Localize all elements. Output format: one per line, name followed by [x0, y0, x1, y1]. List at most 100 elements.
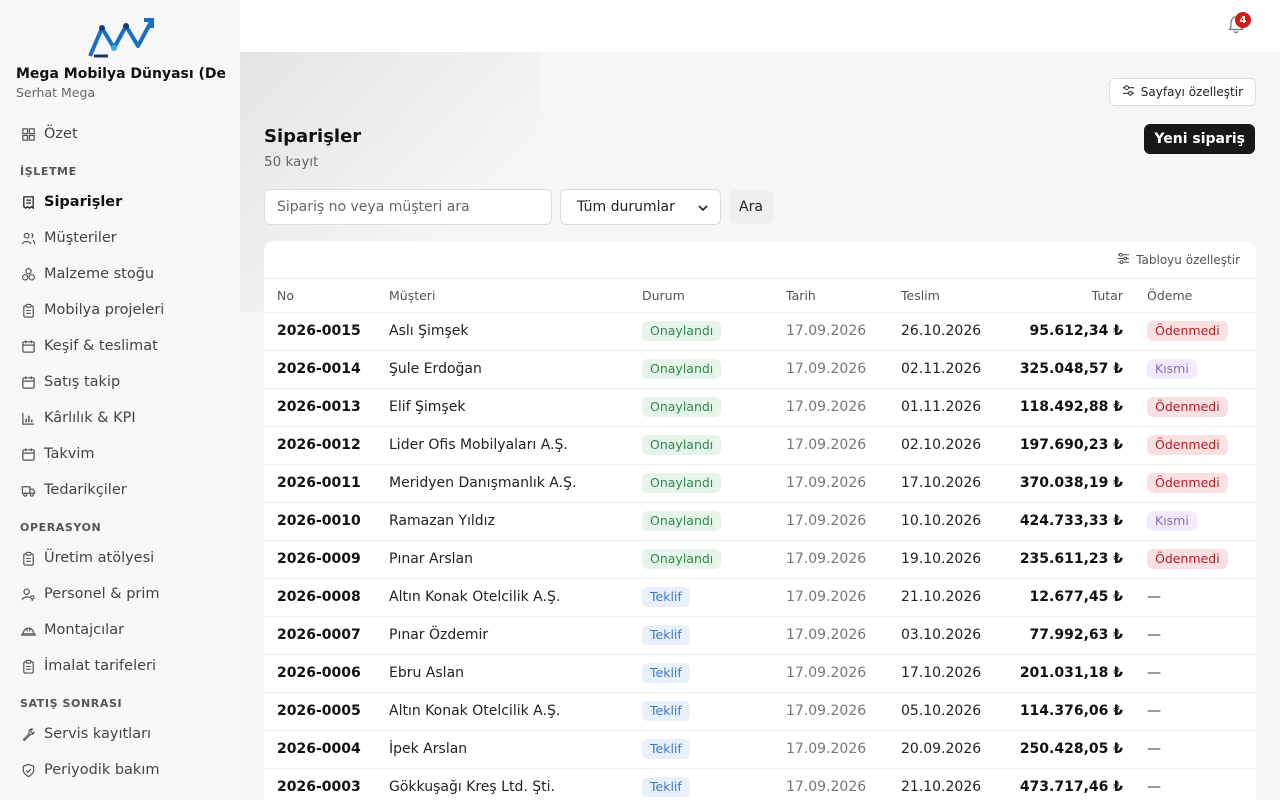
order-no[interactable]: 2026-0004: [264, 730, 389, 769]
table-header-row: No Müşteri Durum Tarih Teslim Tutar Ödem…: [264, 279, 1256, 313]
col-header-payment[interactable]: Ödeme: [1123, 279, 1256, 313]
delivery-date: 01.11.2026: [901, 388, 1016, 427]
table-row[interactable]: 2026-0008 Altın Konak Otelcilik A.Ş. Tekli…: [264, 578, 1256, 617]
col-header-no[interactable]: No: [264, 279, 389, 313]
status-cell: Onaylandı: [642, 388, 786, 427]
status-cell: Teklif: [642, 654, 786, 693]
search-button[interactable]: Ara: [729, 190, 773, 224]
table-row[interactable]: 2026-0011 Meridyen Danışmanlık A.Ş. Onayla…: [264, 464, 1256, 503]
search-input[interactable]: [264, 189, 552, 225]
user-name: Serhat Mega: [16, 85, 96, 100]
status-cell: Onaylandı: [642, 464, 786, 503]
col-header-date[interactable]: Tarih: [786, 279, 901, 313]
sidebar-item-personel-and-prim[interactable]: Personel & prim: [16, 576, 230, 612]
status-cell: Onaylandı: [642, 426, 786, 465]
status-badge: Teklif: [642, 587, 690, 607]
sidebar-item-label: Siparişler: [44, 194, 123, 210]
table-row[interactable]: 2026-0006 Ebru Aslan Teklif 17.09.2026 17.10…: [264, 654, 1256, 693]
sidebar-item-tedarikciler[interactable]: Tedarikçiler: [16, 472, 230, 508]
customize-page-button[interactable]: Sayfayı özelleştir: [1108, 78, 1256, 106]
order-no[interactable]: 2026-0014: [264, 350, 389, 389]
order-date: 17.09.2026: [786, 654, 901, 693]
table-row[interactable]: 2026-0003 Gökkuşağı Kreş Ltd. Şti. Teklif 1…: [264, 768, 1256, 800]
sidebar-item-musteriler[interactable]: Müşteriler: [16, 220, 230, 256]
customer-name: Aslı Şimşek: [389, 312, 642, 351]
col-header-customer[interactable]: Müşteri: [389, 279, 642, 313]
sidebar-item-takvim[interactable]: Takvim: [16, 436, 230, 472]
order-amount: 473.717,46 ₺: [1016, 768, 1123, 800]
order-no[interactable]: 2026-0005: [264, 692, 389, 731]
order-no[interactable]: 2026-0011: [264, 464, 389, 503]
table-row[interactable]: 2026-0014 Şule Erdoğan Onaylandı 17.09.2026…: [264, 350, 1256, 389]
sidebar-item-servis-kayitlari[interactable]: Servis kayıtları: [16, 716, 230, 752]
order-no[interactable]: 2026-0007: [264, 616, 389, 655]
new-order-button[interactable]: Yeni sipariş: [1144, 124, 1255, 154]
order-no[interactable]: 2026-0009: [264, 540, 389, 579]
sidebar-item-uretim-atolyesi[interactable]: Üretim atölyesi: [16, 540, 230, 576]
sidebar-item-label: Personel & prim: [44, 586, 160, 602]
status-filter-select[interactable]: Tüm durumlar: [560, 189, 721, 225]
status-badge: Teklif: [642, 663, 690, 683]
sidebar-item-periyodik-bakim[interactable]: Periyodik bakım: [16, 752, 230, 788]
status-filter-value: Tüm durumlar: [577, 199, 675, 215]
hard-hat-icon: [20, 622, 36, 638]
notification-badge: 4: [1235, 12, 1251, 28]
sidebar-item-label: Müşteriler: [44, 230, 117, 246]
sidebar-item-montajcilar[interactable]: Montajcılar: [16, 612, 230, 648]
table-settings-icon: [1117, 252, 1130, 268]
col-header-status[interactable]: Durum: [642, 279, 786, 313]
order-no[interactable]: 2026-0015: [264, 312, 389, 351]
status-cell: Teklif: [642, 578, 786, 617]
table-row[interactable]: 2026-0007 Pınar Özdemir Teklif 17.09.2026 03…: [264, 616, 1256, 655]
order-no[interactable]: 2026-0013: [264, 388, 389, 427]
customize-table-button[interactable]: Tabloyu özelleştir: [1136, 253, 1240, 267]
calendar-icon: [20, 338, 36, 354]
order-no[interactable]: 2026-0010: [264, 502, 389, 541]
customer-name: Lider Ofis Mobilyaları A.Ş.: [389, 426, 642, 465]
payment-badge: —: [1147, 741, 1161, 757]
calendar-icon: [20, 446, 36, 462]
table-row[interactable]: 2026-0005 Altın Konak Otelcilik A.Ş. Tekli…: [264, 692, 1256, 731]
sidebar-item-label: Üretim atölyesi: [44, 550, 155, 566]
table-row[interactable]: 2026-0004 İpek Arslan Teklif 17.09.2026 20.0…: [264, 730, 1256, 769]
table-tools: Tabloyu özelleştir: [264, 241, 1256, 279]
order-no[interactable]: 2026-0003: [264, 768, 389, 800]
sidebar-item-malzeme-stogu[interactable]: Malzeme stoğu: [16, 256, 230, 292]
sidebar-item-satis-takip[interactable]: Satış takip: [16, 364, 230, 400]
sidebar-item-siparisler[interactable]: Siparişler: [16, 184, 230, 220]
page-title: Siparişler: [264, 126, 362, 147]
sidebar-item-k-rlilik-and-kpi[interactable]: Kârlılık & KPI: [16, 400, 230, 436]
order-no[interactable]: 2026-0006: [264, 654, 389, 693]
table-row[interactable]: 2026-0015 Aslı Şimşek Onaylandı 17.09.2026 2…: [264, 312, 1256, 351]
delivery-date: 05.10.2026: [901, 692, 1016, 731]
status-badge: Onaylandı: [642, 511, 722, 531]
col-header-amount[interactable]: Tutar: [1016, 279, 1123, 313]
table-row[interactable]: 2026-0010 Ramazan Yıldız Onaylandı 17.09.20…: [264, 502, 1256, 541]
table-row[interactable]: 2026-0009 Pınar Arslan Onaylandı 17.09.2026…: [264, 540, 1256, 579]
delivery-date: 02.11.2026: [901, 350, 1016, 389]
order-amount: 424.733,33 ₺: [1016, 502, 1123, 541]
order-no[interactable]: 2026-0008: [264, 578, 389, 617]
sidebar-item-i-malat-tarifeleri[interactable]: İmalat tarifeleri: [16, 648, 230, 684]
orders-table-body: 2026-0015 Aslı Şimşek Onaylandı 17.09.2026 2…: [264, 312, 1256, 800]
customer-name: Ramazan Yıldız: [389, 502, 642, 541]
order-no[interactable]: 2026-0012: [264, 426, 389, 465]
delivery-date: 26.10.2026: [901, 312, 1016, 351]
payment-badge: —: [1147, 589, 1161, 605]
sidebar-item-kesif-and-teslimat[interactable]: Keşif & teslimat: [16, 328, 230, 364]
sidebar-item-ozet[interactable]: Özet: [16, 116, 230, 152]
status-badge: Onaylandı: [642, 435, 722, 455]
order-date: 17.09.2026: [786, 540, 901, 579]
table-row[interactable]: 2026-0012 Lider Ofis Mobilyaları A.Ş. Onay…: [264, 426, 1256, 465]
order-date: 17.09.2026: [786, 768, 901, 800]
status-cell: Teklif: [642, 730, 786, 769]
delivery-date: 03.10.2026: [901, 616, 1016, 655]
bar-chart-icon: [20, 410, 36, 426]
order-date: 17.09.2026: [786, 616, 901, 655]
col-header-delivery[interactable]: Teslim: [901, 279, 1016, 313]
sidebar-section-heading: İŞLETME: [20, 165, 77, 178]
order-amount: 197.690,23 ₺: [1016, 426, 1123, 465]
table-row[interactable]: 2026-0013 Elif Şimşek Onaylandı 17.09.2026 0…: [264, 388, 1256, 427]
customer-name: Şule Erdoğan: [389, 350, 642, 389]
sidebar-item-mobilya-projeleri[interactable]: Mobilya projeleri: [16, 292, 230, 328]
